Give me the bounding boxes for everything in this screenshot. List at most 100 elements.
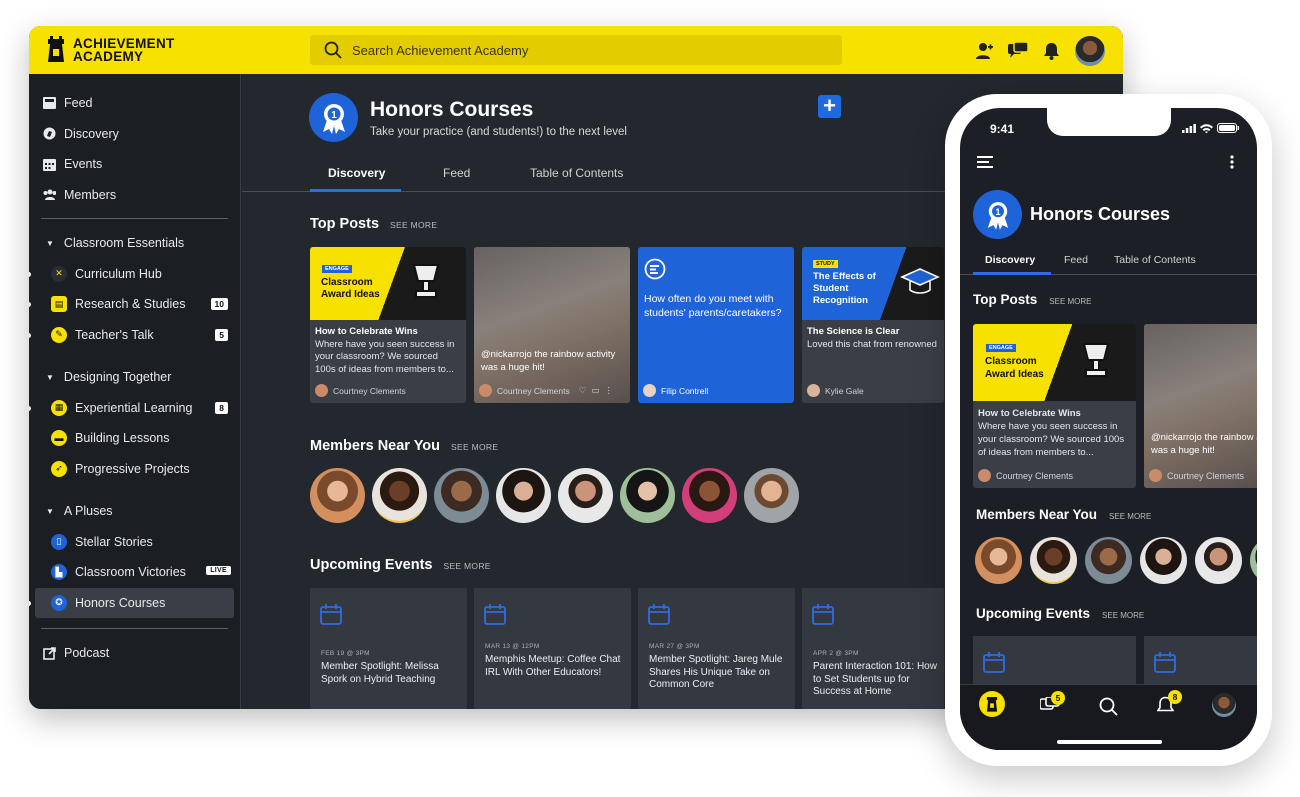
- post-card[interactable]: ENGAGE Classroom Award Ideas How to Cele…: [310, 247, 466, 403]
- sidebar-item-feed[interactable]: Feed: [29, 88, 240, 119]
- events-header: Upcoming Events SEE MORE: [976, 606, 1144, 621]
- tab-table-of-contents[interactable]: Table of Contents: [1114, 254, 1196, 266]
- author-avatar: [643, 384, 656, 397]
- sidebar-item-honors-courses[interactable]: ✪ Honors Courses: [29, 587, 234, 618]
- author-avatar: [807, 384, 820, 397]
- post-card[interactable]: @nickarrojo the rainbow activity was a h…: [474, 247, 630, 403]
- event-card[interactable]: APR 2 @ 3PM Parent Interaction 101: How t…: [802, 588, 944, 709]
- sidebar-item-classroom-victories[interactable]: ▙ Classroom Victories LIVE: [29, 557, 240, 588]
- sidebar-item-experiential-learning[interactable]: ▦ Experiential Learning 8: [29, 393, 240, 424]
- sidebar-item-progressive-projects[interactable]: ➶ Progressive Projects: [29, 454, 240, 485]
- more-icon[interactable]: ⋮: [604, 385, 613, 396]
- sidebar-item-discovery[interactable]: Discovery: [29, 119, 240, 150]
- brand-logo[interactable]: ACHIEVEMENT ACADEMY: [45, 36, 175, 64]
- svg-text:1: 1: [995, 207, 1000, 217]
- hamburger-menu-icon[interactable]: [977, 156, 993, 168]
- member-avatar[interactable]: [496, 468, 551, 523]
- signal-icon: [1182, 123, 1196, 133]
- post-author: Courtney Clements: [315, 384, 406, 397]
- sidebar-item-stellar-stories[interactable]: ▯ Stellar Stories: [29, 527, 240, 558]
- user-avatar[interactable]: [1075, 36, 1105, 66]
- sidebar-label: Members: [64, 187, 117, 202]
- add-post-button[interactable]: +: [818, 95, 841, 118]
- post-tag: ENGAGE: [986, 344, 1016, 352]
- member-avatar[interactable]: [682, 468, 737, 523]
- member-avatar[interactable]: [558, 468, 613, 523]
- heart-icon[interactable]: ♡: [579, 385, 587, 396]
- member-avatar[interactable]: [1140, 537, 1187, 584]
- sidebar-item-building-lessons[interactable]: ▬ Building Lessons: [29, 423, 240, 454]
- book-icon: ▤: [51, 296, 67, 313]
- tab-discovery[interactable]: Discovery: [985, 254, 1035, 266]
- bell-icon[interactable]: [1043, 42, 1060, 60]
- compass-icon: [43, 127, 56, 140]
- member-avatar[interactable]: [434, 468, 489, 523]
- member-avatar[interactable]: [1195, 537, 1242, 584]
- sidebar-item-curriculum-hub[interactable]: ✕ Curriculum Hub: [29, 259, 240, 290]
- see-more-link[interactable]: SEE MORE: [443, 561, 490, 571]
- nav-search[interactable]: [1099, 697, 1118, 721]
- phone-page-header: 1 Honors Courses: [973, 190, 1170, 239]
- post-card[interactable]: How often do you meet with students' par…: [638, 247, 794, 403]
- group-a-pluses[interactable]: ▼ A Pluses: [29, 496, 240, 527]
- tab-feed[interactable]: Feed: [443, 166, 470, 180]
- sidebar-item-members[interactable]: Members: [29, 180, 240, 211]
- member-avatar[interactable]: [975, 537, 1022, 584]
- member-avatar[interactable]: [620, 468, 675, 523]
- notifications-badge: 8: [1168, 690, 1182, 704]
- see-more-link[interactable]: SEE MORE: [390, 220, 437, 230]
- member-avatar[interactable]: [1085, 537, 1132, 584]
- see-more-link[interactable]: SEE MORE: [1102, 611, 1144, 620]
- marketing-composite: ACHIEVEMENT ACADEMY Search Achievement Ac…: [0, 0, 1300, 797]
- messages-badge: 5: [1051, 691, 1065, 705]
- poll-icon: [644, 258, 666, 280]
- comment-icon[interactable]: ▭: [591, 385, 599, 396]
- see-more-link[interactable]: SEE MORE: [1049, 297, 1091, 306]
- tab-feed[interactable]: Feed: [1064, 254, 1088, 266]
- nav-notifications[interactable]: 8: [1156, 690, 1182, 720]
- search-input[interactable]: Search Achievement Academy: [352, 43, 528, 58]
- sidebar-item-events[interactable]: Events: [29, 149, 240, 180]
- see-more-link[interactable]: SEE MORE: [1109, 512, 1151, 521]
- sidebar-item-teachers-talk[interactable]: ✎ Teacher's Talk 5: [29, 320, 240, 351]
- member-avatar[interactable]: [372, 468, 427, 523]
- nav-messages[interactable]: 5: [1039, 691, 1065, 720]
- see-more-link[interactable]: SEE MORE: [451, 442, 498, 452]
- feed-icon: [43, 97, 56, 110]
- author-avatar: [479, 384, 492, 397]
- chat-bubbles-icon[interactable]: [1008, 42, 1028, 60]
- unread-badge: 5: [215, 328, 228, 341]
- tab-table-of-contents[interactable]: Table of Contents: [530, 166, 623, 180]
- search-bar[interactable]: Search Achievement Academy: [310, 35, 842, 65]
- sidebar-item-podcast[interactable]: Podcast: [29, 638, 240, 669]
- sidebar-label: Discovery: [64, 126, 119, 141]
- post-card[interactable]: ENGAGE Classroom Award Ideas How to Cele…: [973, 324, 1136, 488]
- members-icon: [43, 188, 56, 201]
- section-title: Top Posts: [973, 292, 1038, 307]
- member-avatar[interactable]: [1250, 537, 1257, 584]
- page-header: 1 Honors Courses Take your practice (and …: [309, 93, 627, 142]
- post-card[interactable]: STUDY The Effects of Student Recognition…: [802, 247, 944, 403]
- calendar-icon: [812, 604, 834, 625]
- live-badge: LIVE: [206, 566, 231, 575]
- post-card[interactable]: @nickarrojo the rainbow activity was a h…: [1144, 324, 1257, 488]
- nav-profile[interactable]: [1212, 693, 1236, 717]
- member-avatar[interactable]: [744, 468, 799, 523]
- event-date: FEB 19 @ 3PM: [321, 650, 370, 657]
- group-designing-together[interactable]: ▼ Designing Together: [29, 362, 240, 393]
- event-card[interactable]: FEB 19 @ 3PM Member Spotlight: Melissa Sp…: [310, 588, 467, 709]
- post-excerpt: @nickarrojo the rainbow activity was a h…: [1151, 432, 1257, 456]
- member-avatar[interactable]: [1030, 537, 1077, 584]
- tab-discovery[interactable]: Discovery: [328, 166, 385, 180]
- event-card[interactable]: MAR 27 @ 3PM Member Spotlight: Jareg Mule…: [638, 588, 795, 709]
- nav-home[interactable]: [979, 691, 1005, 717]
- group-title: A Pluses: [63, 504, 113, 519]
- more-vertical-icon[interactable]: [1230, 155, 1234, 169]
- add-person-icon[interactable]: [975, 42, 993, 60]
- post-excerpt: @nickarrojo the rainbow activity was a h…: [481, 349, 616, 373]
- active-tab-indicator: [973, 272, 1051, 275]
- sidebar-item-research-studies[interactable]: ▤ Research & Studies 10: [29, 289, 240, 320]
- event-card[interactable]: MAR 13 @ 12PM Memphis Meetup: Coffee Chat…: [474, 588, 631, 709]
- member-avatar[interactable]: [310, 468, 365, 523]
- group-classroom-essentials[interactable]: ▼ Classroom Essentials: [29, 228, 240, 259]
